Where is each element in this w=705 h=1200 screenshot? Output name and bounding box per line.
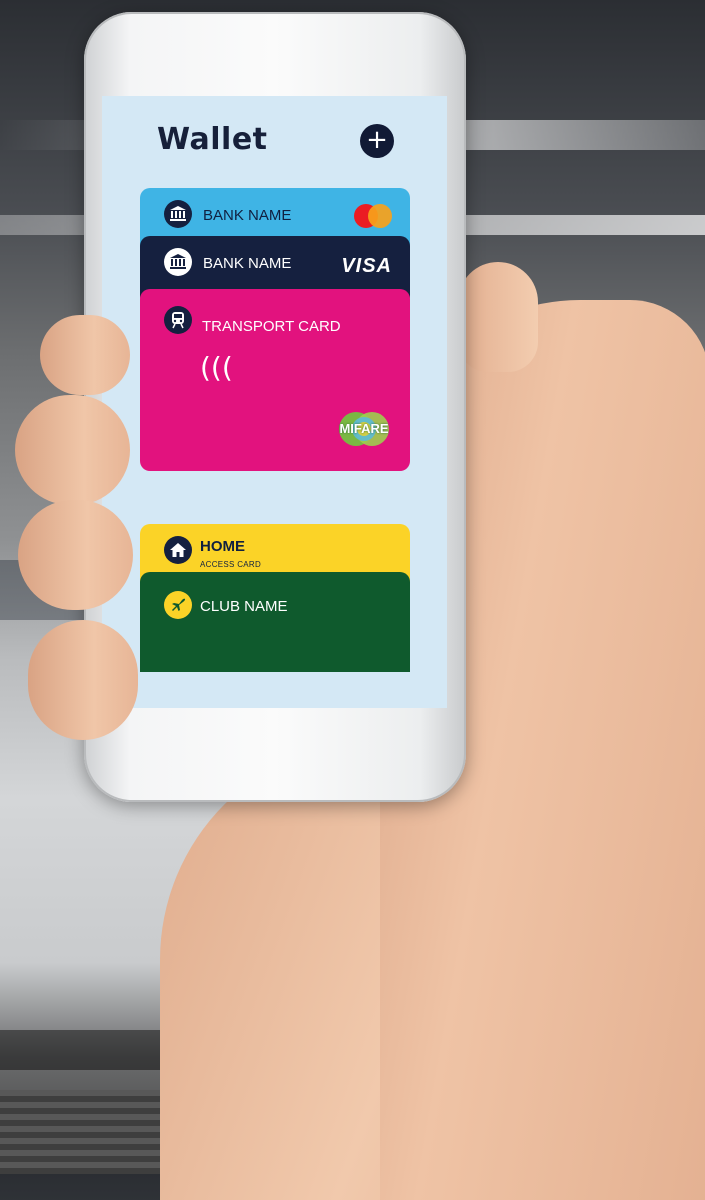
hand-thumb	[458, 262, 538, 372]
hand-finger	[15, 395, 130, 505]
train-icon	[164, 306, 192, 334]
card-label: TRANSPORT CARD	[202, 318, 341, 335]
hand-finger	[40, 315, 130, 395]
card-label: HOME	[200, 538, 245, 555]
card-sublabel: ACCESS CARD	[200, 560, 262, 569]
contactless-icon: (((	[200, 351, 233, 384]
visa-logo: VISA	[341, 255, 392, 277]
hand-finger	[18, 500, 133, 610]
bank-icon	[164, 200, 192, 228]
home-icon	[164, 536, 192, 564]
card-label: CLUB NAME	[200, 598, 288, 615]
card-label: BANK NAME	[203, 255, 292, 272]
add-card-button[interactable]: +	[360, 124, 394, 158]
bank-icon	[164, 248, 192, 276]
card-label: BANK NAME	[203, 207, 292, 224]
hand-finger	[28, 620, 138, 740]
mastercard-logo-icon	[354, 204, 394, 228]
mifare-badge: MIFARE	[334, 409, 394, 449]
mifare-label: MIFARE	[339, 421, 389, 436]
wallet-title: Wallet	[157, 122, 268, 157]
transport-card[interactable]: TRANSPORT CARD ((( MIFARE	[140, 289, 410, 471]
phone-screen: Wallet + BANK NAME BANK NAME VISA TRANSP…	[102, 96, 447, 708]
plane-icon	[164, 591, 192, 619]
club-card[interactable]: CLUB NAME	[140, 572, 410, 672]
